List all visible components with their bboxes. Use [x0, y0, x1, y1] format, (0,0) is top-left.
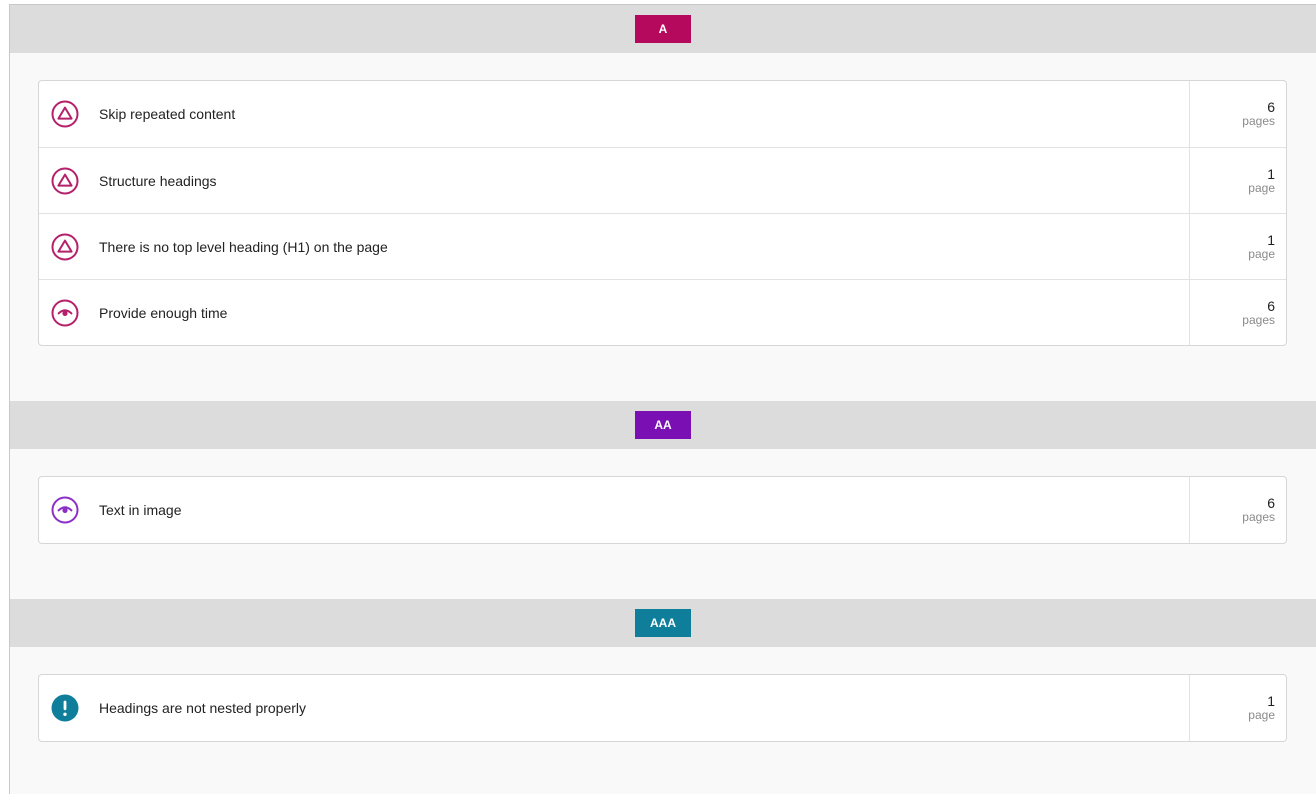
issue-page-count: 6 pages — [1189, 81, 1286, 147]
warning-triangle-icon — [51, 167, 79, 194]
level-a-section: A Skip repeated content 6 pages Structur… — [10, 5, 1316, 401]
level-aa-issue-list: Text in image 6 pages — [38, 476, 1287, 544]
warning-triangle-icon — [51, 100, 79, 128]
page-count-unit: pages — [1242, 312, 1275, 327]
issue-page-count: 1 page — [1189, 675, 1286, 741]
issue-title: Text in image — [99, 502, 182, 518]
issue-page-count: 6 pages — [1189, 477, 1286, 543]
issue-title: Structure headings — [99, 172, 217, 189]
level-a-header: A — [10, 5, 1316, 53]
issue-main: There is no top level heading (H1) on th… — [39, 214, 1189, 279]
level-aaa-issue-list: Headings are not nested properly 1 page — [38, 674, 1287, 742]
issue-main: Headings are not nested properly — [39, 675, 1189, 741]
issue-title: Skip repeated content — [99, 106, 236, 122]
issue-main: Provide enough time — [39, 280, 1189, 345]
accessibility-issues-panel: A Skip repeated content 6 pages Structur… — [9, 4, 1316, 794]
page-count-number: 1 — [1267, 165, 1275, 182]
issue-row-skip-repeated-content[interactable]: Skip repeated content 6 pages — [39, 81, 1286, 147]
level-aa-badge: AA — [635, 411, 691, 439]
issue-title: There is no top level heading (H1) on th… — [99, 238, 388, 255]
page-count-unit: pages — [1242, 114, 1275, 129]
issue-main: Skip repeated content — [39, 81, 1189, 147]
page-count-unit: page — [1248, 708, 1275, 723]
page-count-unit: page — [1248, 180, 1275, 195]
issue-page-count: 6 pages — [1189, 280, 1286, 345]
issue-row-no-top-level-heading[interactable]: There is no top level heading (H1) on th… — [39, 213, 1286, 279]
issue-page-count: 1 page — [1189, 214, 1286, 279]
level-aa-section: AA Text in image 6 pages — [10, 401, 1316, 599]
issue-main: Structure headings — [39, 148, 1189, 213]
level-aa-header: AA — [10, 401, 1316, 449]
page-count-number: 6 — [1267, 297, 1275, 314]
eye-icon — [51, 299, 79, 326]
level-aa-body: Text in image 6 pages — [10, 449, 1316, 599]
warning-triangle-icon — [51, 233, 79, 260]
issue-page-count: 1 page — [1189, 148, 1286, 213]
issue-row-structure-headings[interactable]: Structure headings 1 page — [39, 147, 1286, 213]
issue-row-provide-enough-time[interactable]: Provide enough time 6 pages — [39, 279, 1286, 345]
page-count-number: 6 — [1267, 99, 1275, 116]
issue-main: Text in image — [39, 477, 1189, 543]
level-aaa-badge: AAA — [635, 609, 691, 637]
page-count-unit: page — [1248, 246, 1275, 261]
page-count-number: 1 — [1267, 231, 1275, 248]
exclamation-circle-icon — [51, 694, 79, 722]
level-a-badge: A — [635, 15, 691, 43]
level-a-issue-list: Skip repeated content 6 pages Structure … — [38, 80, 1287, 346]
eye-icon — [51, 496, 79, 524]
level-a-body: Skip repeated content 6 pages Structure … — [10, 53, 1316, 401]
page-count-number: 6 — [1267, 495, 1275, 512]
level-aaa-section: AAA Headings are not nested properly 1 p… — [10, 599, 1316, 797]
issue-title: Headings are not nested properly — [99, 700, 307, 716]
issue-row-text-in-image[interactable]: Text in image 6 pages — [39, 477, 1286, 543]
page-count-number: 1 — [1267, 693, 1275, 710]
level-aaa-body: Headings are not nested properly 1 page — [10, 647, 1316, 797]
issue-title: Provide enough time — [99, 304, 228, 321]
page-count-unit: pages — [1242, 510, 1275, 525]
issue-row-headings-not-nested[interactable]: Headings are not nested properly 1 page — [39, 675, 1286, 741]
level-aaa-header: AAA — [10, 599, 1316, 647]
